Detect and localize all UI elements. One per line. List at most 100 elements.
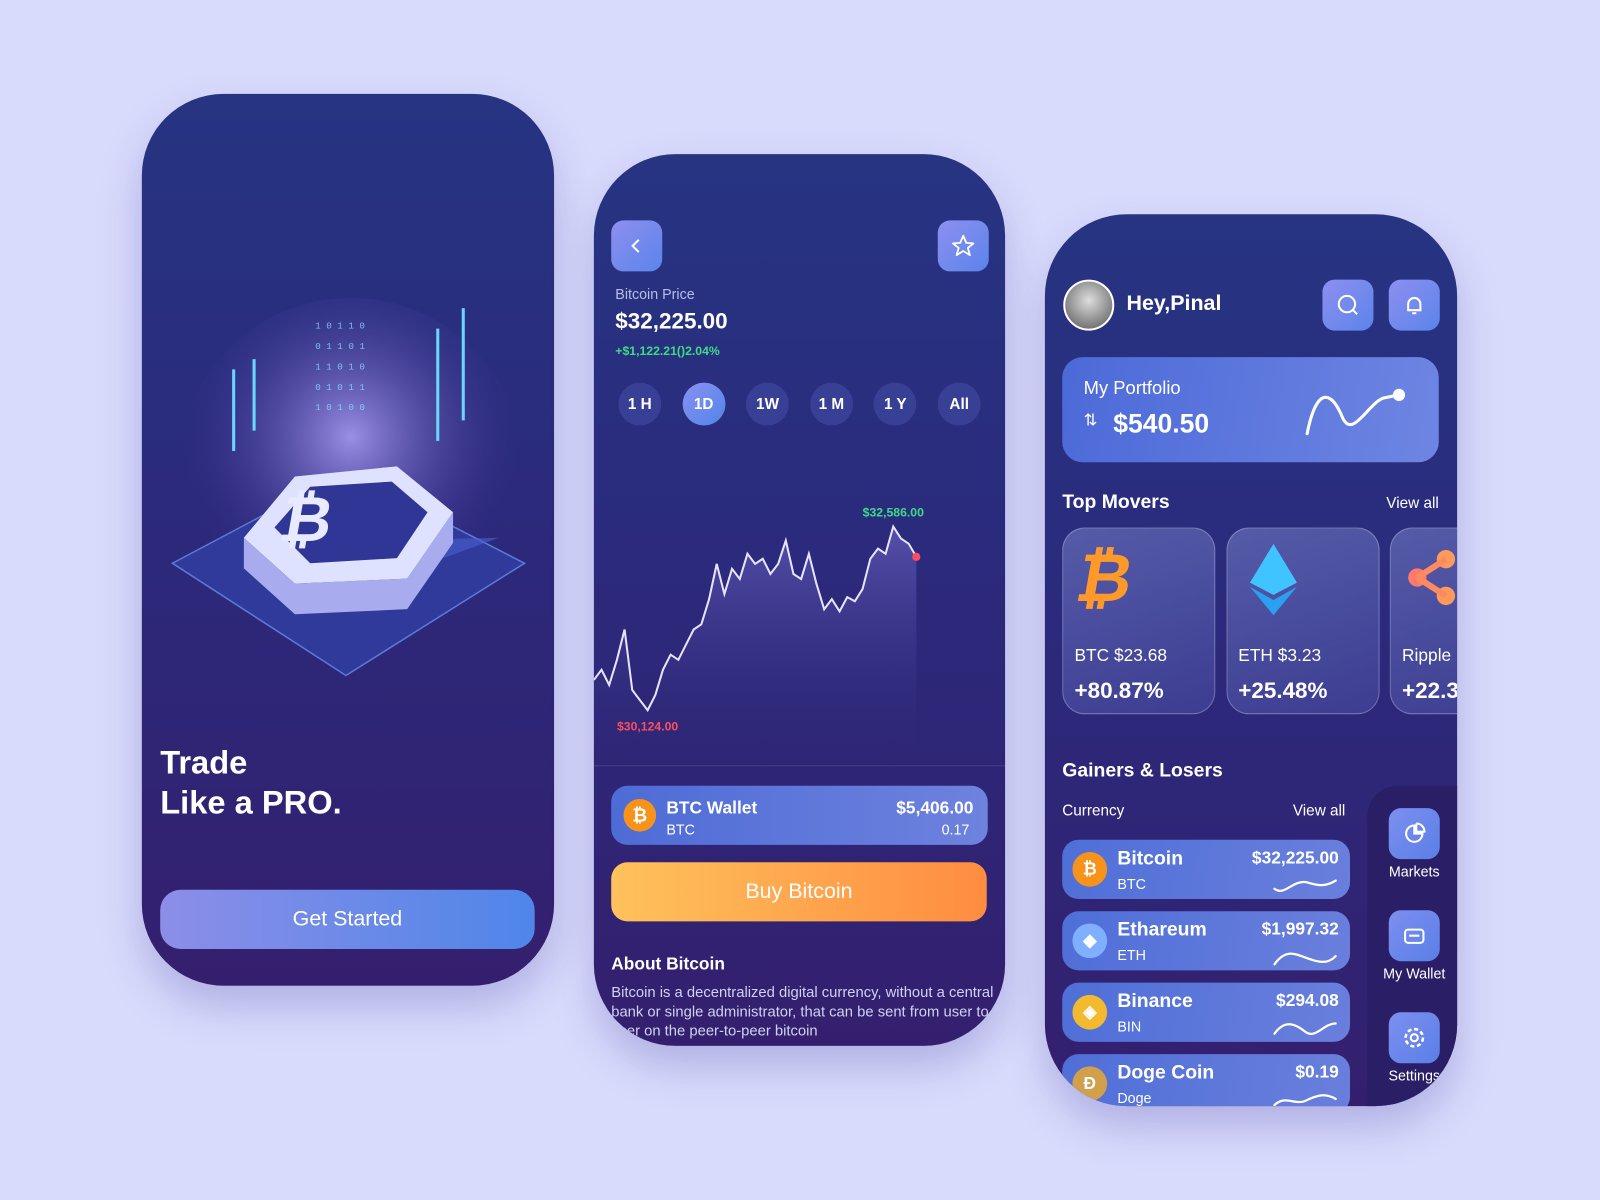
wallet-symbol: BTC	[666, 821, 695, 838]
bitcoin-icon: ₿	[623, 798, 657, 832]
range-tab[interactable]: All	[937, 382, 981, 426]
coin-name: Doge Coin	[1117, 1062, 1215, 1084]
buy-bitcoin-button[interactable]: Buy Bitcoin	[611, 862, 987, 922]
nav-label[interactable]: Markets	[1367, 863, 1457, 879]
coin-icon: Ð	[1072, 1066, 1108, 1102]
range-tab[interactable]: 1 Y	[873, 382, 917, 426]
nav-settings-button[interactable]	[1388, 1012, 1440, 1064]
price-change: +$1,122.21()2.04%	[615, 343, 720, 359]
coin-symbol: Doge	[1117, 1089, 1152, 1107]
notifications-button[interactable]	[1388, 279, 1440, 331]
title-line-1: Trade	[160, 743, 248, 781]
gainers-view-all[interactable]: View all	[1293, 802, 1345, 819]
mover-label: Ripple	[1402, 645, 1452, 666]
greeting: Hey,Pinal	[1126, 291, 1222, 316]
chevron-left-icon	[631, 239, 640, 253]
coin-symbol: ETH	[1117, 946, 1146, 964]
currency-row[interactable]: Ð Doge Coin Doge $0.19	[1062, 1054, 1350, 1107]
sparkline	[1273, 1094, 1337, 1107]
nav-label[interactable]: My Wallet	[1367, 965, 1457, 981]
bitcoin-icon: ₿	[1070, 539, 1140, 616]
top-movers-view-all[interactable]: View all	[1386, 495, 1438, 512]
currency-label: Currency	[1062, 802, 1125, 820]
star-icon	[952, 234, 975, 257]
currency-row[interactable]: ◆ Ethareum ETH $1,997.32	[1062, 911, 1350, 971]
back-button[interactable]	[611, 220, 663, 272]
chart-max-label: $32,586.00	[863, 505, 924, 519]
range-tab[interactable]: 1 M	[809, 382, 853, 426]
btc-wallet-card[interactable]: ₿ BTC Wallet BTC $5,406.00 0.17	[611, 785, 988, 845]
bitcoin-detail-screen: Bitcoin Price $32,225.00 +$1,122.21()2.0…	[593, 154, 1006, 1046]
search-button[interactable]	[1322, 279, 1374, 331]
svg-text:1 1 0 1 0: 1 1 0 1 0	[315, 361, 365, 372]
chart-current-point	[912, 552, 921, 561]
price-value: $32,225.00	[615, 308, 728, 334]
onboarding-title: Trade Like a PRO.	[160, 743, 341, 823]
mover-card[interactable]: ₿ BTC $23.68 +80.87%	[1062, 527, 1216, 715]
gear-icon	[1404, 1027, 1425, 1048]
ethereum-icon	[1249, 543, 1297, 616]
coin-name: Ethareum	[1117, 919, 1207, 941]
side-nav: Markets My Wallet Settings	[1367, 785, 1458, 1107]
divider	[593, 765, 1006, 767]
coin-icon: ₿	[1072, 852, 1108, 887]
coin-price: $32,225.00	[1251, 847, 1339, 868]
wallet-value: $5,406.00	[896, 797, 974, 818]
mover-change: +80.87%	[1074, 677, 1164, 704]
nav-my-wallet-button[interactable]	[1388, 910, 1440, 962]
nav-markets-button[interactable]	[1388, 808, 1440, 860]
about-text: Bitcoin is a decentralized digital curre…	[611, 984, 994, 1040]
currency-row[interactable]: ₿ Bitcoin BTC $32,225.00	[1062, 839, 1350, 899]
currency-row[interactable]: ◈ Binance BIN $294.08	[1062, 982, 1350, 1042]
coin-icon: ◈	[1072, 994, 1108, 1030]
top-movers-title: Top Movers	[1062, 491, 1170, 514]
favorite-button[interactable]	[937, 220, 989, 272]
svg-text:0 1 0 1 1: 0 1 0 1 1	[315, 382, 365, 393]
coin-symbol: BIN	[1117, 1018, 1142, 1035]
coin-price: $294.08	[1276, 990, 1339, 1011]
home-screen: Hey,Pinal My Portfolio ⇅ $540.50 Top Mov…	[1044, 214, 1458, 1107]
bell-icon	[1407, 296, 1422, 315]
wallet-amount: 0.17	[941, 821, 970, 838]
mover-card[interactable]: ETH $3.23 +25.48%	[1226, 527, 1380, 715]
portfolio-value: $540.50	[1113, 408, 1210, 439]
svg-text:0 1 1 0 1: 0 1 1 0 1	[315, 341, 365, 352]
coin-name: Bitcoin	[1117, 847, 1184, 870]
title-line-2: Like a PRO.	[160, 783, 342, 821]
coin-symbol: BTC	[1117, 875, 1146, 892]
range-tab[interactable]: 1D	[682, 382, 726, 426]
onboarding-screen: ₿ 1 0 1 1 00 1 1 0 11 1 0 1 00 1 0 1 11 …	[141, 93, 555, 986]
price-label: Bitcoin Price	[615, 285, 695, 303]
avatar[interactable]	[1063, 279, 1115, 331]
bitcoin-illustration: ₿ 1 0 1 1 00 1 1 0 11 1 0 1 00 1 0 1 11 …	[170, 297, 527, 677]
svg-text:1 0 1 1 0: 1 0 1 1 0	[315, 321, 365, 332]
range-tab[interactable]: 1 H	[618, 382, 662, 426]
search-icon	[1337, 294, 1358, 316]
nav-label[interactable]: Settings	[1367, 1067, 1457, 1083]
mover-label: BTC $23.68	[1074, 645, 1168, 666]
mover-change: +25.48%	[1238, 677, 1328, 704]
svg-text:1 0 1 0 0: 1 0 1 0 0	[315, 402, 365, 413]
sparkline	[1273, 879, 1337, 892]
get-started-button[interactable]: Get Started	[160, 889, 535, 949]
wallet-icon	[1404, 928, 1425, 944]
gainers-losers-title: Gainers & Losers	[1062, 760, 1223, 782]
mover-card[interactable]: Ripple +22.3	[1389, 527, 1458, 715]
coin-price: $1,997.32	[1261, 919, 1339, 939]
sparkline	[1273, 952, 1337, 966]
coin-price: $0.19	[1295, 1062, 1339, 1082]
swap-arrows-icon: ⇅	[1083, 412, 1098, 430]
pie-chart-icon	[1405, 822, 1426, 843]
wallet-name: BTC Wallet	[666, 797, 758, 818]
portfolio-card[interactable]: My Portfolio ⇅ $540.50	[1062, 357, 1439, 463]
range-tab[interactable]: 1W	[746, 382, 789, 426]
coin-name: Binance	[1117, 990, 1193, 1013]
mover-change: +22.3	[1402, 677, 1458, 704]
about-title: About Bitcoin	[611, 954, 725, 974]
coin-icon: ◆	[1072, 923, 1108, 959]
mover-label: ETH $3.23	[1238, 645, 1322, 666]
portfolio-label: My Portfolio	[1083, 377, 1181, 398]
ripple-icon	[1408, 549, 1456, 606]
chart-min-label: $30,124.00	[617, 720, 678, 734]
portfolio-sparkline	[1305, 388, 1406, 436]
